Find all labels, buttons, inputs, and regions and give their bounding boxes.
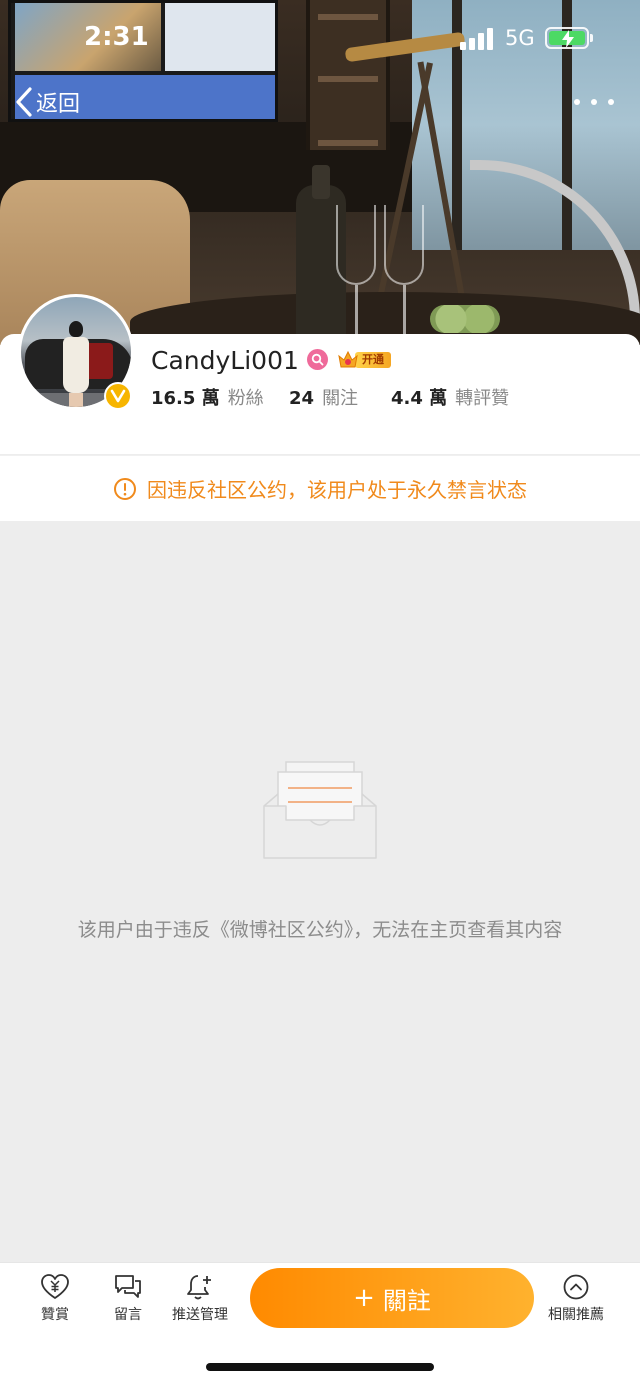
battery-icon [545,27,593,49]
home-indicator[interactable] [206,1363,434,1371]
chat-bubble-icon [115,1275,141,1298]
following-count: 24 [289,388,315,409]
chevron-up-circle-icon [563,1274,589,1300]
bottom-bar: 贊賞 留言 推送管理 + 關註 相關推薦 [0,1262,640,1384]
ban-notice-text: 因违反社区公约，该用户处于永久禁言状态 [147,478,527,502]
vip-crown-icon [338,350,358,368]
engagement-stat[interactable]: 4.4 萬 轉評贊 [391,384,509,410]
profile-stats: 16.5 萬 粉絲 24 關注 4.4 萬 轉評贊 [151,384,509,410]
heart-yen-icon [41,1274,69,1299]
empty-box-icon [263,761,377,859]
push-settings-button[interactable]: 推送管理 [165,1273,235,1333]
warning-icon [114,477,136,500]
followers-count: 16.5 萬 [151,388,220,409]
signal-icon [460,28,494,50]
related-label: 相關推薦 [548,1307,604,1323]
verified-icon [104,382,132,410]
top-nav: 返回 [0,80,640,130]
status-bar: 2:31 5G [0,0,640,76]
plus-icon: + [353,1283,375,1313]
back-label: 返回 [36,92,81,117]
back-button[interactable]: 返回 [14,86,80,118]
following-stat[interactable]: 24 關注 [289,384,391,410]
status-time: 2:31 [84,22,149,52]
chevron-left-icon [16,87,32,117]
more-icon[interactable] [574,90,614,114]
push-settings-label: 推送管理 [172,1307,228,1323]
follow-button[interactable]: + 關註 [250,1268,534,1328]
related-recommendations-button[interactable]: 相關推薦 [541,1273,611,1333]
message-button[interactable]: 留言 [93,1273,163,1333]
cover-grapes [430,305,500,333]
follow-label: 關註 [382,1286,431,1315]
ban-notice: 因违反社区公约，该用户处于永久禁言状态 [0,455,640,521]
bell-plus-icon [187,1275,211,1300]
reward-label: 贊賞 [41,1307,69,1323]
following-label: 關注 [322,388,359,409]
empty-state-message: 该用户由于违反《微博社区公约》，无法在主页查看其内容 [77,919,563,941]
engagement-count: 4.4 萬 [391,388,448,409]
message-label: 留言 [114,1307,142,1323]
engagement-label: 轉評贊 [455,388,510,409]
reward-button[interactable]: 贊賞 [20,1273,90,1333]
followers-label: 粉絲 [227,388,264,409]
followers-stat[interactable]: 16.5 萬 粉絲 [151,384,289,410]
vip-badge[interactable]: 开通 [337,350,393,370]
username: CandyLi001 [151,346,299,375]
vip-label: 开通 [355,352,391,368]
network-type: 5G [505,26,535,50]
search-badge-icon[interactable] [307,349,328,370]
